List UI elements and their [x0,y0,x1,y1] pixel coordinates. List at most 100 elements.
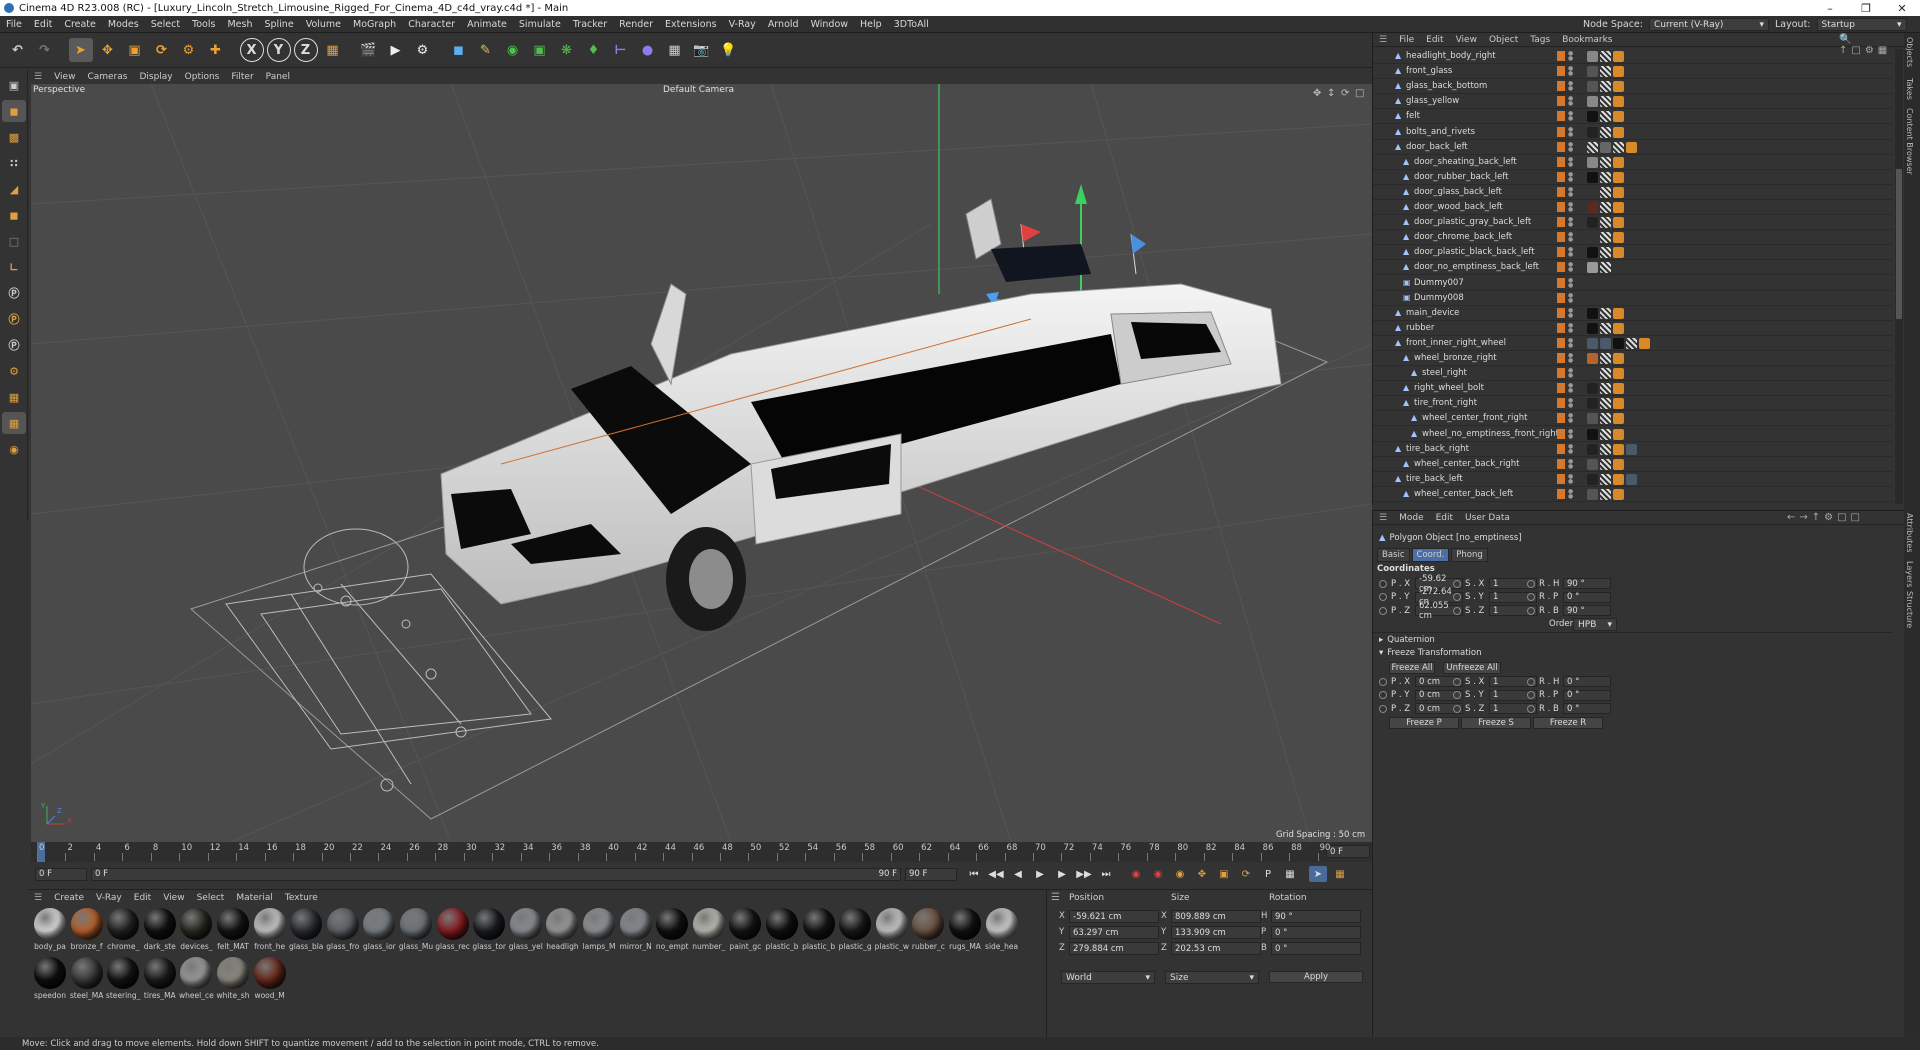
material-swatch[interactable]: felt_MAT [215,907,251,955]
tab-layers[interactable]: Layers [1905,561,1914,587]
visibility-dots[interactable]: ● ● [1568,186,1573,197]
menu-mograph[interactable]: MoGraph [347,19,402,30]
material-tag[interactable] [1587,141,1598,153]
close-icon[interactable]: ✕ [1884,0,1920,16]
object-row[interactable]: ▲ wheel_center_back_left ● ● [1373,487,1893,502]
material-swatch[interactable]: mirror_N [618,907,654,955]
layer-color-swatch[interactable] [1557,428,1565,439]
coord-pos-field[interactable]: 279.884 cm [1069,942,1159,955]
visibility-dots[interactable]: ● ● [1568,247,1573,258]
material-swatch[interactable]: glass_fro [325,907,361,955]
material-tag[interactable] [1587,247,1598,259]
object-row[interactable]: ▲ main_device ● ● [1373,306,1893,321]
visibility-dots[interactable]: ● ● [1568,277,1573,288]
material-tag[interactable] [1626,141,1637,153]
freeze-r-field[interactable]: 0 ° [1563,703,1611,714]
layer-color-swatch[interactable] [1557,337,1565,348]
material-tag[interactable] [1600,247,1611,259]
visibility-dots[interactable]: ● ● [1568,443,1573,454]
uv-mode-icon[interactable]: □ [2,230,26,252]
material-tag[interactable] [1613,322,1624,334]
keyframe-radio[interactable] [1527,691,1535,699]
layer-color-swatch[interactable] [1557,156,1565,167]
material-menu-texture[interactable]: Texture [279,893,324,903]
keyframe-selection-icon[interactable]: ◉ [1171,866,1189,882]
layer-color-swatch[interactable] [1557,111,1565,122]
object-row[interactable]: ▲ glass_back_bottom ● ● [1373,79,1893,95]
coord-pos-field[interactable]: -59.621 cm [1069,910,1159,923]
maximize-icon[interactable]: ❐ [1848,0,1884,16]
freeze-section[interactable]: ▾ Freeze Transformation [1379,648,1481,658]
material-tag[interactable] [1613,473,1624,485]
menu-window[interactable]: Window [805,19,854,30]
current-frame-field[interactable]: 0 F [1326,845,1370,858]
layer-color-swatch[interactable] [1557,81,1565,92]
menu-character[interactable]: Character [402,19,461,30]
material-tag[interactable] [1600,413,1611,425]
axis-mode-icon[interactable]: ∟ [2,256,26,278]
camera-icon[interactable]: 📷 [690,38,714,62]
visibility-dots[interactable]: ● ● [1568,202,1573,213]
parameter-key-icon[interactable]: P [1259,866,1277,882]
layer-color-swatch[interactable] [1557,458,1565,469]
node-space-select[interactable]: Current (V-Ray) ▾ [1648,18,1769,31]
render-view-icon[interactable]: 🎬 [357,38,381,62]
material-tag[interactable] [1587,202,1598,213]
freeze-r-field[interactable]: 0 ° [1563,676,1611,687]
material-swatch[interactable]: headligh [544,907,580,955]
viewport-menu-options[interactable]: Options [179,72,226,82]
material-tag[interactable] [1600,141,1611,153]
layer-color-swatch[interactable] [1557,126,1565,137]
material-swatch[interactable]: plastic_b [764,907,800,955]
object-row[interactable]: ▲ steel_right ● ● [1373,366,1893,382]
light-icon[interactable]: 💡 [717,38,741,62]
material-tag[interactable] [1626,473,1637,485]
panel-menu-icon[interactable]: ☰ [1373,35,1393,45]
object-menu-edit[interactable]: Edit [1420,35,1449,45]
play-icon[interactable]: ▶ [1031,866,1049,882]
material-tag[interactable] [1587,171,1598,183]
material-swatch[interactable]: paint_gc [727,907,763,955]
material-menu-edit[interactable]: Edit [128,893,157,903]
layer-color-swatch[interactable] [1557,217,1565,228]
material-tag[interactable] [1587,66,1598,78]
material-tag[interactable] [1587,51,1598,62]
material-tag[interactable] [1587,126,1598,138]
visibility-dots[interactable]: ● ● [1568,488,1573,499]
timeline-ruler[interactable]: 0 F 0 2 4 6 8 10 12 14 16 18 20 22 24 26 28 30 32 34 36 38 4… [31,842,1372,862]
keyframe-radio[interactable] [1453,606,1461,615]
coord-size-field[interactable]: 202.53 cm [1171,942,1261,955]
material-swatch[interactable]: glass_yel [508,907,544,955]
layer-color-swatch[interactable] [1557,322,1565,333]
x-axis-lock-icon[interactable]: X [239,38,264,62]
material-swatch[interactable]: rubber_c [910,907,946,955]
material-tag[interactable] [1626,337,1637,349]
coord-pos-field[interactable]: 63.297 cm [1069,926,1159,939]
material-tag[interactable] [1613,458,1624,470]
keyframe-radio[interactable] [1527,606,1535,615]
object-row[interactable]: ▲ tire_back_left ● ● [1373,472,1893,487]
go-to-end-icon[interactable]: ⏭ [1097,866,1115,882]
material-swatch[interactable]: steel_MA [69,956,105,1004]
menu-create[interactable]: Create [58,19,102,30]
attribute-tab-coord[interactable]: Coord. [1411,548,1450,562]
object-row[interactable]: ▲ door_plastic_black_back_left ● ● [1373,245,1893,261]
material-tag[interactable] [1613,307,1624,319]
order-select[interactable]: HPB ▾ [1573,618,1617,631]
material-tag[interactable] [1600,428,1611,440]
menu-arnold[interactable]: Arnold [762,19,805,30]
material-tag[interactable] [1587,413,1598,425]
extrude-icon[interactable]: ▣ [528,38,552,62]
material-swatch[interactable]: dark_ste [142,907,178,955]
material-swatch[interactable]: body_pa [32,907,68,955]
material-tag[interactable] [1587,383,1598,395]
scale-icon[interactable]: ▣ [123,38,147,62]
tab-attributes[interactable]: Attributes [1905,513,1914,553]
object-row[interactable]: ▲ door_no_emptiness_back_left ● ● [1373,260,1893,276]
object-menu-file[interactable]: File [1393,35,1420,45]
object-row[interactable]: ▲ bolts_and_rivets ● ● [1373,125,1893,140]
material-tag[interactable] [1587,353,1598,364]
object-row[interactable]: ▲ door_wood_back_left ● ● [1373,200,1893,215]
material-tag[interactable] [1587,307,1598,319]
material-swatch[interactable]: plastic_w [874,907,910,955]
